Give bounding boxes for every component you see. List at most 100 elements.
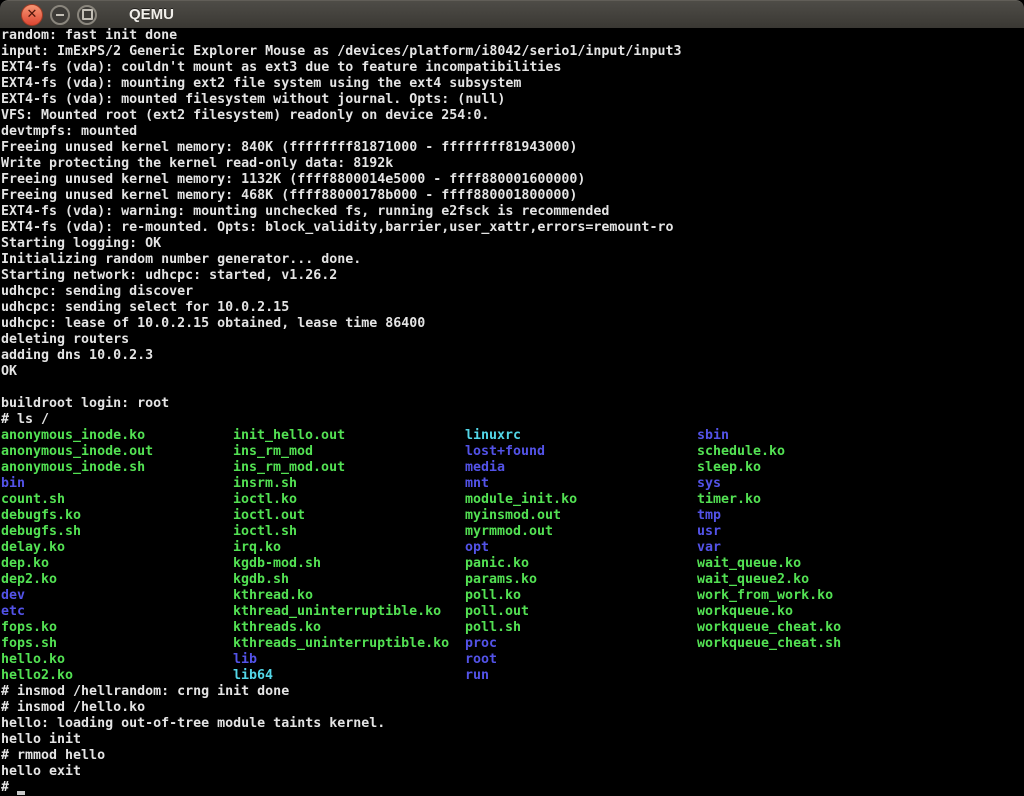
terminal-text: myrmmod.out xyxy=(465,524,697,540)
window-title: QEMU xyxy=(129,6,174,23)
terminal-text: ioctl.sh xyxy=(233,524,465,540)
terminal-line: EXT4-fs (vda): mounting ext2 file system… xyxy=(1,76,1024,92)
terminal-text: Freeing unused kernel memory: 840K (ffff… xyxy=(1,140,577,156)
terminal-text: workqueue_cheat.sh xyxy=(697,636,841,652)
terminal-text: kthreads.ko xyxy=(233,620,465,636)
terminal-text: lost+found xyxy=(465,444,697,460)
terminal-screen[interactable]: random: fast init doneinput: ImExPS/2 Ge… xyxy=(0,28,1024,796)
terminal-line: EXT4-fs (vda): mounted filesystem withou… xyxy=(1,92,1024,108)
terminal-text: ioctl.ko xyxy=(233,492,465,508)
terminal-line: anonymous_inode.outins_rm_modlost+founds… xyxy=(1,444,1024,460)
terminal-line: Initializing random number generator... … xyxy=(1,252,1024,268)
terminal-text: anonymous_inode.sh xyxy=(1,460,233,476)
terminal-text: opt xyxy=(465,540,697,556)
terminal-line: # insmod /hello.ko xyxy=(1,700,1024,716)
minimize-button[interactable] xyxy=(50,5,70,25)
terminal-line: count.shioctl.komodule_init.kotimer.ko xyxy=(1,492,1024,508)
close-button[interactable]: ✕ xyxy=(21,4,43,26)
terminal-line: adding dns 10.0.2.3 xyxy=(1,348,1024,364)
terminal-line: Starting network: udhcpc: started, v1.26… xyxy=(1,268,1024,284)
window-titlebar[interactable]: ✕ QEMU xyxy=(0,0,1024,28)
terminal-line: Write protecting the kernel read-only da… xyxy=(1,156,1024,172)
terminal-line: EXT4-fs (vda): warning: mounting uncheck… xyxy=(1,204,1024,220)
terminal-text: # rmmod hello xyxy=(1,748,105,764)
terminal-text: poll.sh xyxy=(465,620,697,636)
terminal-text: sleep.ko xyxy=(697,460,761,476)
terminal-text: anonymous_inode.out xyxy=(1,444,233,460)
terminal-text: hello exit xyxy=(1,764,81,780)
terminal-line: hello.kolibroot xyxy=(1,652,1024,668)
terminal-text: proc xyxy=(465,636,697,652)
terminal-text: workqueue.ko xyxy=(697,604,793,620)
terminal-line: input: ImExPS/2 Generic Explorer Mouse a… xyxy=(1,44,1024,60)
terminal-text: poll.ko xyxy=(465,588,697,604)
maximize-button[interactable] xyxy=(77,5,97,25)
terminal-text: sbin xyxy=(697,428,729,444)
terminal-text: anonymous_inode.ko xyxy=(1,428,233,444)
terminal-text: Freeing unused kernel memory: 468K (ffff… xyxy=(1,188,577,204)
terminal-line: dep2.kokgdb.shparams.kowait_queue2.ko xyxy=(1,572,1024,588)
terminal-line: dep.kokgdb-mod.shpanic.kowait_queue.ko xyxy=(1,556,1024,572)
maximize-icon xyxy=(82,9,93,20)
terminal-text: random: fast init done xyxy=(1,28,177,44)
terminal-line: Freeing unused kernel memory: 840K (ffff… xyxy=(1,140,1024,156)
terminal-line: debugfs.koioctl.outmyinsmod.outtmp xyxy=(1,508,1024,524)
terminal-text: ins_rm_mod xyxy=(233,444,465,460)
terminal-text: run xyxy=(465,668,489,684)
terminal-text: hello: loading out-of-tree module taints… xyxy=(1,716,385,732)
terminal-text: EXT4-fs (vda): couldn't mount as ext3 du… xyxy=(1,60,561,76)
terminal-text: # xyxy=(1,780,17,796)
terminal-text: hello.ko xyxy=(1,652,233,668)
terminal-text: kthreads_uninterruptible.ko xyxy=(233,636,465,652)
terminal-text: timer.ko xyxy=(697,492,761,508)
terminal-text: buildroot login: root xyxy=(1,396,169,412)
terminal-text: irq.ko xyxy=(233,540,465,556)
terminal-text: poll.out xyxy=(465,604,697,620)
terminal-text: kgdb.sh xyxy=(233,572,465,588)
terminal-text: media xyxy=(465,460,697,476)
terminal-line: hello2.kolib64run xyxy=(1,668,1024,684)
terminal-text: init_hello.out xyxy=(233,428,465,444)
terminal-text: sys xyxy=(697,476,721,492)
terminal-text: deleting routers xyxy=(1,332,129,348)
terminal-text: mnt xyxy=(465,476,697,492)
terminal-text: devtmpfs: mounted xyxy=(1,124,137,140)
terminal-text: Starting network: udhcpc: started, v1.26… xyxy=(1,268,337,284)
terminal-text: udhcpc: sending discover xyxy=(1,284,193,300)
terminal-text: OK xyxy=(1,364,17,380)
terminal-text: # insmod /hello.ko xyxy=(1,700,145,716)
terminal-text: delay.ko xyxy=(1,540,233,556)
terminal-text: debugfs.sh xyxy=(1,524,233,540)
terminal-text: hello2.ko xyxy=(1,668,233,684)
terminal-text: insrm.sh xyxy=(233,476,465,492)
terminal-text: lib xyxy=(233,652,465,668)
terminal-line: EXT4-fs (vda): couldn't mount as ext3 du… xyxy=(1,60,1024,76)
terminal-line: buildroot login: root xyxy=(1,396,1024,412)
terminal-text: panic.ko xyxy=(465,556,697,572)
terminal-text: fops.sh xyxy=(1,636,233,652)
terminal-text: dev xyxy=(1,588,233,604)
terminal-line: Freeing unused kernel memory: 468K (ffff… xyxy=(1,188,1024,204)
terminal-line: delay.koirq.kooptvar xyxy=(1,540,1024,556)
terminal-text: kthread.ko xyxy=(233,588,465,604)
terminal-line: # rmmod hello xyxy=(1,748,1024,764)
terminal-line: hello init xyxy=(1,732,1024,748)
terminal-text: udhcpc: sending select for 10.0.2.15 xyxy=(1,300,289,316)
terminal-line: devkthread.kopoll.kowork_from_work.ko xyxy=(1,588,1024,604)
terminal-line: VFS: Mounted root (ext2 filesystem) read… xyxy=(1,108,1024,124)
minimize-icon xyxy=(56,14,64,16)
terminal-line: OK xyxy=(1,364,1024,380)
terminal-text: usr xyxy=(697,524,721,540)
terminal-text: wait_queue2.ko xyxy=(697,572,809,588)
terminal-line: hello exit xyxy=(1,764,1024,780)
terminal-text: udhcpc: lease of 10.0.2.15 obtained, lea… xyxy=(1,316,425,332)
terminal-text: Freeing unused kernel memory: 1132K (fff… xyxy=(1,172,585,188)
terminal-text: Initializing random number generator... … xyxy=(1,252,361,268)
terminal-text: work_from_work.ko xyxy=(697,588,833,604)
terminal-text: myinsmod.out xyxy=(465,508,697,524)
terminal-text: EXT4-fs (vda): mounted filesystem withou… xyxy=(1,92,505,108)
terminal-text: Write protecting the kernel read-only da… xyxy=(1,156,393,172)
terminal-text: VFS: Mounted root (ext2 filesystem) read… xyxy=(1,108,489,124)
terminal-line: anonymous_inode.koinit_hello.outlinuxrcs… xyxy=(1,428,1024,444)
terminal-text: bin xyxy=(1,476,233,492)
